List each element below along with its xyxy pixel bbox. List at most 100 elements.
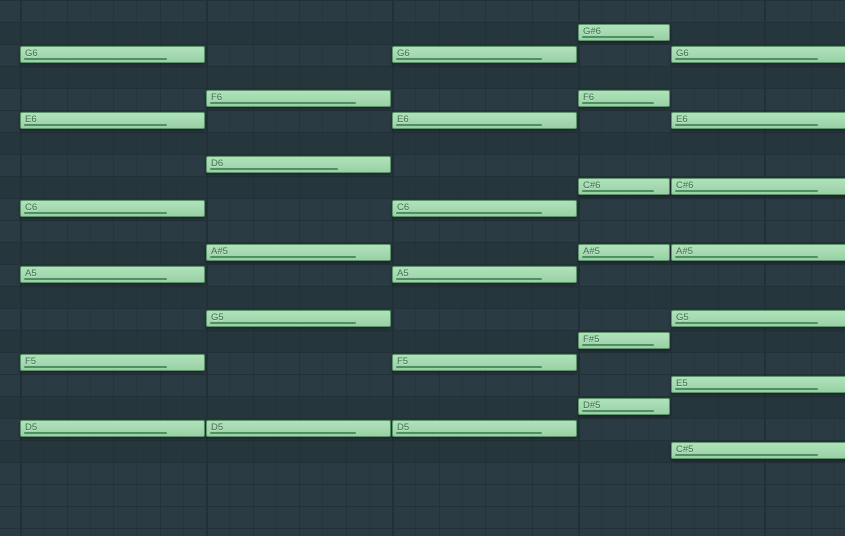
grid-line-horizontal <box>0 66 845 67</box>
velocity-bar <box>675 256 818 258</box>
grid-line-vertical <box>206 0 208 536</box>
velocity-bar <box>24 366 167 368</box>
grid-line-horizontal <box>0 88 845 89</box>
grid-line-horizontal <box>0 396 845 397</box>
velocity-bar <box>396 366 542 368</box>
note-clip[interactable]: D#5 <box>578 398 670 415</box>
velocity-bar <box>24 212 167 214</box>
grid-line-vertical <box>369 0 370 536</box>
note-clip[interactable]: A#5 <box>671 244 845 261</box>
note-clip[interactable]: A#5 <box>206 244 391 261</box>
velocity-bar <box>582 36 654 38</box>
note-clip[interactable]: C6 <box>392 200 577 217</box>
velocity-bar <box>210 322 356 324</box>
row-shade-sharp <box>0 396 845 418</box>
grid-line-horizontal <box>0 264 845 265</box>
row-shade-sharp <box>0 22 845 44</box>
note-clip[interactable]: E6 <box>392 112 577 129</box>
velocity-bar <box>675 388 818 390</box>
grid-line-horizontal <box>0 374 845 375</box>
note-clip[interactable]: G6 <box>671 46 845 63</box>
note-clip[interactable]: E6 <box>20 112 205 129</box>
note-clip[interactable]: D5 <box>206 420 391 437</box>
note-clip[interactable]: F6 <box>206 90 391 107</box>
note-clip[interactable]: E6 <box>671 112 845 129</box>
note-clip[interactable]: C#6 <box>578 178 670 195</box>
note-clip[interactable]: G#6 <box>578 24 670 41</box>
grid-line-vertical <box>322 0 323 536</box>
grid-line-vertical <box>625 0 626 536</box>
note-clip[interactable]: C#5 <box>671 442 845 459</box>
grid-line-horizontal <box>0 220 845 221</box>
piano-roll-canvas[interactable]: G#6G6G6G6F6F6E6E6E6D6C#6C#6C6C6A#5A#5A#5… <box>0 0 845 536</box>
grid-line-horizontal <box>0 110 845 111</box>
grid-line-horizontal <box>0 198 845 199</box>
note-clip[interactable]: C#6 <box>671 178 845 195</box>
note-clip[interactable]: A5 <box>392 266 577 283</box>
grid-line-horizontal <box>0 242 845 243</box>
velocity-bar <box>24 278 167 280</box>
grid-line-horizontal <box>0 528 845 529</box>
row-shade-sharp <box>0 330 845 352</box>
grid-line-horizontal <box>0 176 845 177</box>
grid-line-vertical <box>229 0 230 536</box>
velocity-bar <box>396 278 542 280</box>
note-clip[interactable]: G6 <box>392 46 577 63</box>
note-clip[interactable]: F6 <box>578 90 670 107</box>
velocity-bar <box>210 256 356 258</box>
grid-line-vertical <box>601 0 602 536</box>
note-clip[interactable]: D6 <box>206 156 391 173</box>
velocity-bar <box>675 58 818 60</box>
velocity-bar <box>24 432 167 434</box>
note-clip[interactable]: A5 <box>20 266 205 283</box>
velocity-bar <box>582 410 654 412</box>
note-clip[interactable]: F#5 <box>578 332 670 349</box>
note-clip[interactable]: D5 <box>392 420 577 437</box>
velocity-bar <box>210 102 356 104</box>
velocity-bar <box>210 168 338 170</box>
row-shade-sharp <box>0 286 845 308</box>
grid-line-horizontal <box>0 0 845 1</box>
grid-line-vertical <box>276 0 277 536</box>
note-clip[interactable]: F5 <box>392 354 577 371</box>
grid-line-vertical <box>253 0 254 536</box>
note-clip[interactable]: G5 <box>206 310 391 327</box>
velocity-bar <box>396 212 542 214</box>
note-clip[interactable]: C6 <box>20 200 205 217</box>
grid-line-horizontal <box>0 132 845 133</box>
velocity-bar <box>24 58 167 60</box>
grid-line-horizontal <box>0 462 845 463</box>
grid-line-horizontal <box>0 330 845 331</box>
velocity-bar <box>210 432 356 434</box>
velocity-bar <box>582 256 654 258</box>
note-clip[interactable]: G6 <box>20 46 205 63</box>
velocity-bar <box>582 344 654 346</box>
note-clip[interactable]: G5 <box>671 310 845 327</box>
velocity-bar <box>582 190 654 192</box>
grid-line-vertical <box>299 0 300 536</box>
velocity-bar <box>582 102 654 104</box>
grid-line-vertical <box>648 0 649 536</box>
grid-line-horizontal <box>0 286 845 287</box>
grid-line-horizontal <box>0 484 845 485</box>
note-clip[interactable]: F5 <box>20 354 205 371</box>
grid-line-horizontal <box>0 506 845 507</box>
grid-line-horizontal <box>0 352 845 353</box>
velocity-bar <box>396 432 542 434</box>
velocity-bar <box>396 58 542 60</box>
velocity-bar <box>396 124 542 126</box>
grid-line-horizontal <box>0 44 845 45</box>
note-clip[interactable]: A#5 <box>578 244 670 261</box>
grid-line-horizontal <box>0 22 845 23</box>
velocity-bar <box>675 190 818 192</box>
note-clip[interactable]: D5 <box>20 420 205 437</box>
grid-line-horizontal <box>0 308 845 309</box>
velocity-bar <box>675 454 818 456</box>
velocity-bar <box>24 124 167 126</box>
velocity-bar <box>675 322 818 324</box>
grid-line-horizontal <box>0 418 845 419</box>
note-clip[interactable]: E5 <box>671 376 845 393</box>
grid-line-horizontal <box>0 154 845 155</box>
grid-line-horizontal <box>0 440 845 441</box>
grid-line-vertical <box>578 0 580 536</box>
